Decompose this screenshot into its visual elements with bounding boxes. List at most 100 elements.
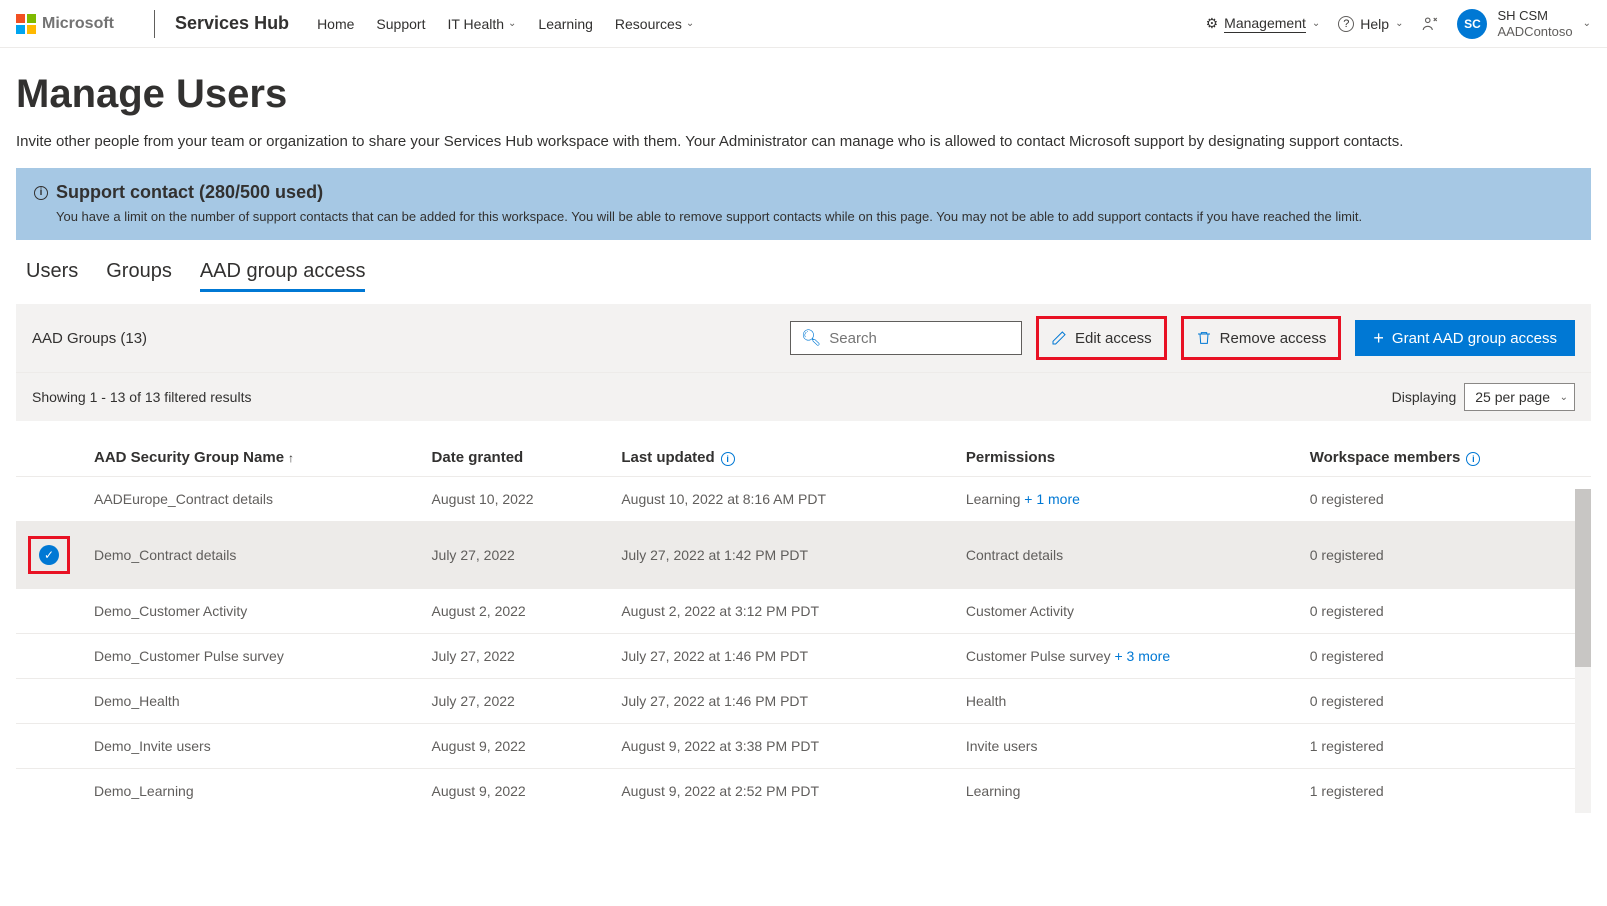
info-banner-body: You have a limit on the number of suppor… <box>34 209 1573 224</box>
table-row[interactable]: Demo_LearningAugust 9, 2022August 9, 202… <box>16 769 1591 814</box>
user-menu[interactable]: SC SH CSM AADContoso ⌄ <box>1457 8 1591 39</box>
person-notify-icon <box>1421 15 1439 33</box>
row-date-granted: August 10, 2022 <box>420 477 610 522</box>
sort-ascending-icon: ↑ <box>288 451 294 465</box>
table-row[interactable]: Demo_Invite usersAugust 9, 2022August 9,… <box>16 724 1591 769</box>
table-row[interactable]: ✓Demo_Contract detailsJuly 27, 2022July … <box>16 522 1591 589</box>
row-checkbox-cell[interactable] <box>16 589 82 634</box>
microsoft-logo[interactable]: Microsoft <box>16 14 114 34</box>
table-row[interactable]: Demo_HealthJuly 27, 2022July 27, 2022 at… <box>16 679 1591 724</box>
results-count: Showing 1 - 13 of 13 filtered results <box>32 389 251 405</box>
column-date[interactable]: Date granted <box>420 439 610 477</box>
table-row[interactable]: AADEurope_Contract detailsAugust 10, 202… <box>16 477 1591 522</box>
chevron-down-icon: ⌄ <box>508 18 516 29</box>
tab-aad-group-access[interactable]: AAD group access <box>200 260 366 292</box>
tabs: Users Groups AAD group access <box>16 260 1591 292</box>
tab-users[interactable]: Users <box>26 260 78 292</box>
row-checkbox-cell[interactable] <box>16 724 82 769</box>
check-icon: ✓ <box>39 545 59 565</box>
column-name-label: AAD Security Group Name <box>94 449 284 466</box>
header-divider <box>154 10 155 38</box>
edit-access-button[interactable]: Edit access <box>1041 321 1162 355</box>
column-updated[interactable]: Last updated i <box>609 439 954 477</box>
row-workspace-members: 0 registered <box>1298 589 1591 634</box>
search-box[interactable]: 🔍︎ <box>790 321 1022 355</box>
page-title: Manage Users <box>16 72 1591 117</box>
remove-access-label: Remove access <box>1220 330 1327 347</box>
help-icon: ? <box>1338 16 1354 32</box>
info-icon: i <box>34 186 48 200</box>
chevron-down-icon: ⌄ <box>1583 18 1591 29</box>
plus-icon: + <box>1373 328 1384 349</box>
row-group-name[interactable]: AADEurope_Contract details <box>82 477 420 522</box>
row-workspace-members: 0 registered <box>1298 522 1591 589</box>
management-menu[interactable]: ⚙ Management ⌄ <box>1206 15 1321 33</box>
grant-access-button[interactable]: + Grant AAD group access <box>1355 320 1575 356</box>
app-name[interactable]: Services Hub <box>175 13 289 34</box>
gear-icon: ⚙ <box>1206 15 1219 32</box>
row-group-name[interactable]: Demo_Customer Activity <box>82 589 420 634</box>
row-last-updated: August 10, 2022 at 8:16 AM PDT <box>609 477 954 522</box>
tab-groups[interactable]: Groups <box>106 260 172 292</box>
more-permissions-link[interactable]: + 3 more <box>1111 648 1171 664</box>
grant-access-label: Grant AAD group access <box>1392 330 1557 347</box>
table-row[interactable]: Demo_Customer ActivityAugust 2, 2022Augu… <box>16 589 1591 634</box>
help-menu[interactable]: ? Help ⌄ <box>1338 16 1403 32</box>
row-checkbox-cell[interactable] <box>16 477 82 522</box>
column-members-label: Workspace members <box>1310 449 1461 466</box>
notifications-button[interactable] <box>1421 15 1439 33</box>
row-date-granted: August 9, 2022 <box>420 724 610 769</box>
nav-it-health[interactable]: IT Health⌄ <box>447 16 516 32</box>
help-label: Help <box>1360 16 1389 32</box>
row-group-name[interactable]: Demo_Contract details <box>82 522 420 589</box>
info-icon[interactable]: i <box>1466 452 1480 466</box>
table-row[interactable]: Demo_Customer Pulse surveyJuly 27, 2022J… <box>16 634 1591 679</box>
page-content: Manage Users Invite other people from yo… <box>0 48 1607 813</box>
nav-resources[interactable]: Resources⌄ <box>615 16 694 32</box>
column-checkbox <box>16 439 82 477</box>
top-header: Microsoft Services Hub Home Support IT H… <box>0 0 1607 48</box>
row-group-name[interactable]: Demo_Health <box>82 679 420 724</box>
row-date-granted: July 27, 2022 <box>420 522 610 589</box>
row-last-updated: August 2, 2022 at 3:12 PM PDT <box>609 589 954 634</box>
microsoft-logo-icon <box>16 14 36 34</box>
remove-access-highlight: Remove access <box>1181 316 1342 360</box>
row-checkbox-cell[interactable] <box>16 679 82 724</box>
chevron-down-icon: ⌄ <box>1312 18 1320 29</box>
nav-home[interactable]: Home <box>317 16 354 32</box>
row-group-name[interactable]: Demo_Learning <box>82 769 420 814</box>
search-input[interactable] <box>829 330 1011 347</box>
row-group-name[interactable]: Demo_Customer Pulse survey <box>82 634 420 679</box>
row-group-name[interactable]: Demo_Invite users <box>82 724 420 769</box>
row-checkbox-cell[interactable]: ✓ <box>16 522 82 589</box>
edit-access-highlight: Edit access <box>1036 316 1167 360</box>
info-banner-title: i Support contact (280/500 used) <box>34 182 1573 203</box>
column-name[interactable]: AAD Security Group Name ↑ <box>82 439 420 477</box>
row-workspace-members: 1 registered <box>1298 769 1591 814</box>
management-label: Management <box>1224 15 1306 33</box>
column-permissions[interactable]: Permissions <box>954 439 1298 477</box>
column-updated-label: Last updated <box>621 449 714 466</box>
chevron-down-icon: ⌄ <box>1560 392 1568 403</box>
page-subtitle: Invite other people from your team or or… <box>16 133 1591 150</box>
scrollbar[interactable] <box>1575 489 1591 813</box>
row-checkbox-cell[interactable] <box>16 634 82 679</box>
info-banner-title-text: Support contact (280/500 used) <box>56 182 323 203</box>
toolbar-title: AAD Groups (13) <box>32 330 147 347</box>
remove-access-button[interactable]: Remove access <box>1186 321 1337 355</box>
column-members[interactable]: Workspace members i <box>1298 439 1591 477</box>
nav-learning[interactable]: Learning <box>538 16 593 32</box>
row-checkbox-cell[interactable] <box>16 769 82 814</box>
per-page-select[interactable]: 25 per page ⌄ <box>1464 383 1575 411</box>
more-permissions-link[interactable]: + 1 more <box>1020 491 1080 507</box>
nav-support[interactable]: Support <box>376 16 425 32</box>
avatar: SC <box>1457 9 1487 39</box>
row-permissions: Customer Pulse survey + 3 more <box>954 634 1298 679</box>
row-selected-highlight: ✓ <box>28 536 70 574</box>
per-page-value: 25 per page <box>1475 389 1550 405</box>
scrollbar-thumb[interactable] <box>1575 489 1591 667</box>
chevron-down-icon: ⌄ <box>1395 18 1403 29</box>
search-icon: 🔍︎ <box>801 328 821 348</box>
row-workspace-members: 1 registered <box>1298 724 1591 769</box>
info-icon[interactable]: i <box>721 452 735 466</box>
